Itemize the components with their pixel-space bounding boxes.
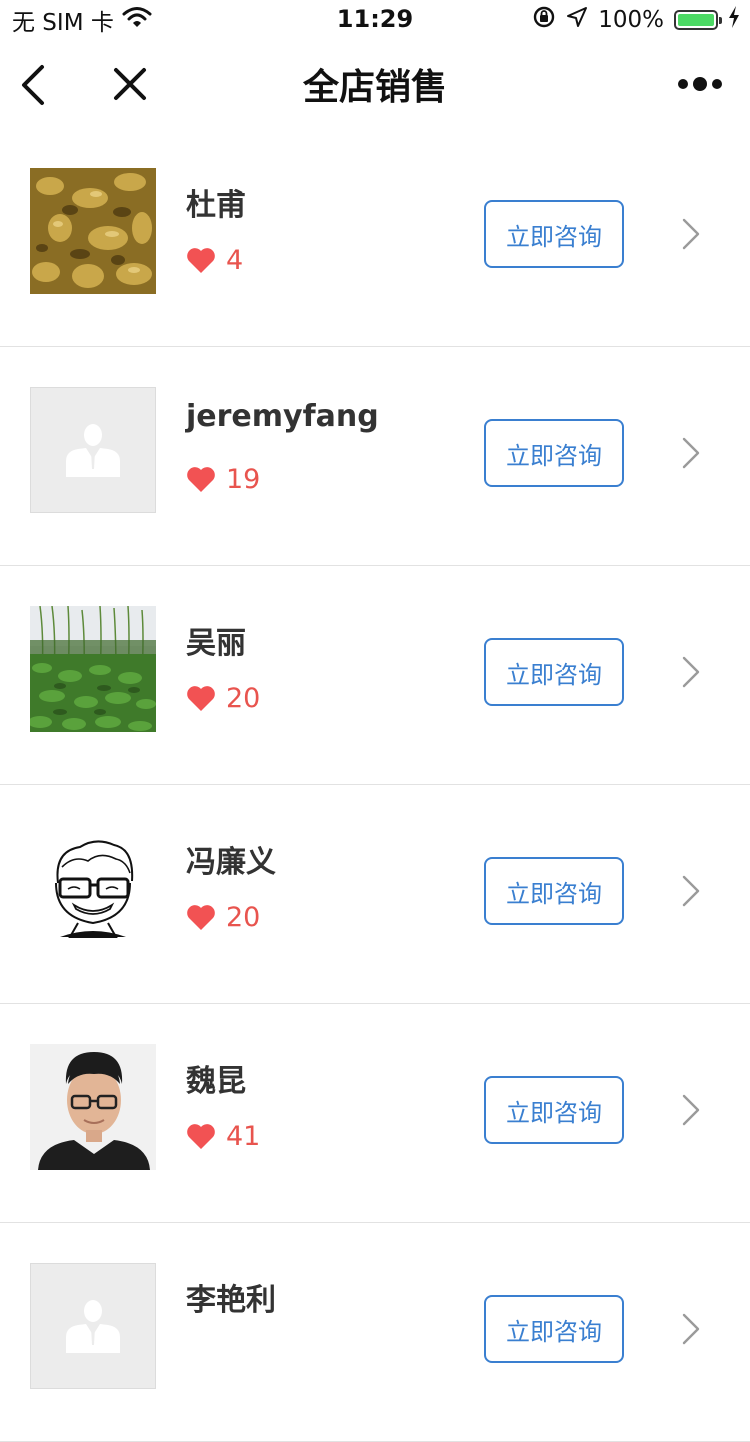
avatar	[30, 606, 156, 732]
avatar	[30, 1263, 156, 1389]
page-title: 全店销售	[302, 67, 447, 108]
list-item[interactable]: jeremyfang 19 立即咨询	[0, 347, 750, 566]
list-item[interactable]: 杜甫 4 立即咨询	[0, 128, 750, 347]
consult-now-button[interactable]: 立即咨询	[484, 857, 624, 925]
heart-icon	[187, 686, 215, 711]
contact-name: jeremyfang	[186, 399, 379, 434]
chevron-right-icon	[682, 656, 700, 688]
battery-level	[678, 14, 714, 26]
status-bar: 无 SIM 卡 11:29 100%	[0, 0, 750, 40]
like-count-group: 20	[186, 899, 260, 935]
chevron-right-icon	[682, 1094, 700, 1126]
navigation-bar: 全店销售	[0, 40, 750, 130]
like-count-group: 20	[186, 680, 260, 716]
consult-now-button[interactable]: 立即咨询	[484, 419, 624, 487]
list-item[interactable]: 李艳利 立即咨询	[0, 1223, 750, 1442]
like-count-group: 41	[186, 1118, 260, 1154]
consult-now-button[interactable]: 立即咨询	[484, 1295, 624, 1363]
consult-now-button[interactable]: 立即咨询	[484, 1076, 624, 1144]
battery-icon	[674, 10, 722, 30]
man-portrait-photo	[30, 1044, 156, 1170]
heart-icon	[187, 467, 215, 492]
location-icon	[566, 6, 588, 34]
heart-icon	[187, 248, 215, 273]
like-count: 20	[226, 682, 261, 714]
contact-name: 杜甫	[186, 188, 246, 223]
heart-icon	[187, 1124, 215, 1149]
contact-name: 魏昆	[186, 1064, 246, 1099]
contact-name: 李艳利	[186, 1283, 276, 1318]
sales-contact-list: 杜甫 4 立即咨询 jeremyfang 19 立即咨询 吴丽 20 立即咨询 …	[0, 128, 750, 1442]
status-right: 100%	[532, 5, 740, 35]
cartoon-glasses-sketch	[30, 825, 156, 951]
contact-name: 冯廉义	[186, 845, 276, 880]
rotation-lock-icon	[532, 5, 556, 35]
list-item[interactable]: 吴丽 20 立即咨询	[0, 566, 750, 785]
avatar	[30, 387, 156, 513]
like-count-group: 19	[186, 461, 260, 497]
battery-percent: 100%	[598, 7, 664, 33]
like-count-group: 4	[186, 242, 243, 278]
contact-name: 吴丽	[186, 626, 246, 661]
default-person-placeholder	[30, 1263, 156, 1389]
chevron-right-icon	[682, 875, 700, 907]
lotus-pond-photo	[30, 606, 156, 732]
consult-now-button[interactable]: 立即咨询	[484, 638, 624, 706]
avatar	[30, 168, 156, 294]
chevron-right-icon	[682, 218, 700, 250]
chevron-right-icon	[682, 437, 700, 469]
chevron-right-icon	[682, 1313, 700, 1345]
consult-now-button[interactable]: 立即咨询	[484, 200, 624, 268]
default-person-placeholder	[30, 387, 156, 513]
list-item[interactable]: 魏昆 41 立即咨询	[0, 1004, 750, 1223]
list-item[interactable]: 冯廉义 20 立即咨询	[0, 785, 750, 1004]
like-count: 4	[226, 244, 244, 276]
more-dots-icon	[678, 77, 722, 91]
heart-icon	[187, 905, 215, 930]
avatar	[30, 1044, 156, 1170]
charging-bolt-icon	[728, 6, 740, 34]
gold-texture-photo	[30, 168, 156, 294]
like-count: 41	[226, 1120, 261, 1152]
more-button[interactable]	[676, 74, 726, 94]
like-count: 19	[226, 463, 261, 495]
avatar	[30, 825, 156, 951]
like-count: 20	[226, 901, 261, 933]
